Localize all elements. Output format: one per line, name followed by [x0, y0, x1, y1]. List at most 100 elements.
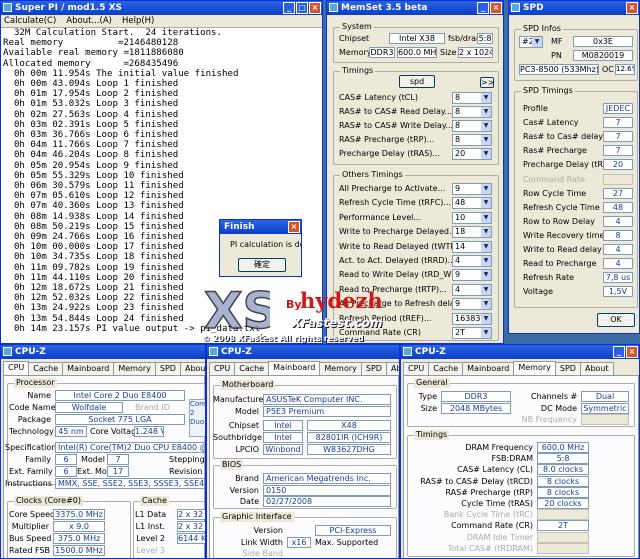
slot-select[interactable]: #2 ▼ — [519, 36, 543, 48]
superpi-title: Super PI / mod1.5 XS — [15, 3, 123, 13]
close-icon[interactable]: × — [288, 221, 300, 233]
size-label: Size — [440, 48, 457, 57]
mem-timing-label: Command Rate (CR) — [451, 521, 533, 531]
tab-memory[interactable]: Memory — [513, 361, 556, 375]
timing-label: Precharge Delay (tRAS)... — [339, 149, 441, 158]
tab-cache[interactable]: Cache — [28, 362, 64, 375]
tab-cpu[interactable]: CPU — [3, 361, 30, 375]
tab-about[interactable]: About — [179, 362, 205, 375]
tab-about[interactable]: About — [579, 362, 614, 375]
spd-infos-legend: SPD Infos — [521, 24, 563, 34]
mem-timing-value: 20 clocks — [537, 498, 589, 509]
other-timing-select[interactable]: 16383T ▼ — [452, 312, 492, 325]
ext-model-value: 17 — [107, 466, 129, 477]
cpuz-titlebar[interactable]: CPU-Z _ × — [401, 345, 639, 359]
spd-timings-legend: SPD Timings — [521, 86, 575, 96]
manufacturer-value: ASUSTeK Computer INC. — [263, 394, 391, 405]
name-value: Intel Core 2 Duo E8400 — [55, 390, 185, 401]
mem-timing-value — [537, 531, 589, 543]
other-timing-label: Refresh Period (tREF)... — [339, 313, 432, 323]
minimize-icon[interactable]: _ — [477, 2, 489, 14]
tab-memory[interactable]: Memory — [113, 362, 156, 375]
revision-label: Revision — [169, 467, 203, 476]
tab-spd[interactable]: SPD — [360, 362, 387, 375]
more-button[interactable]: >> — [480, 77, 494, 88]
lpcio-value: W83627DHG — [307, 444, 391, 455]
superpi-menubar: Calculate(C) About...(A) Help(H) — [1, 15, 322, 28]
tab-cpu[interactable]: CPU — [209, 362, 236, 375]
multiplier-value: x 9.0 — [53, 521, 105, 532]
tab-mainboard[interactable]: Mainboard — [62, 362, 115, 375]
finish-titlebar[interactable]: Finish × — [220, 220, 301, 234]
maximize-icon[interactable]: □ — [296, 2, 308, 14]
other-timing-select[interactable]: 9 ▼ — [452, 183, 492, 195]
minimize-icon[interactable]: _ — [283, 2, 295, 14]
tab-spd[interactable]: SPD — [154, 362, 181, 375]
other-timing-select[interactable]: 4 ▼ — [452, 255, 492, 267]
tab-cache[interactable]: Cache — [428, 362, 464, 375]
output-line: 0h 04m 46.204s Loop 8 finished — [3, 150, 179, 161]
tab-mainboard[interactable]: Mainboard — [462, 362, 515, 375]
other-timing-select[interactable]: 18 ▼ — [452, 226, 492, 239]
mem-timing-label: Total CAS# (tRDRAM) — [447, 543, 533, 553]
chevron-down-icon: ▼ — [481, 299, 491, 310]
timing-select[interactable]: 8 ▼ — [452, 134, 492, 146]
spd-ok-button[interactable]: OK — [597, 313, 635, 327]
chevron-down-icon: ▼ — [481, 241, 491, 252]
close-icon[interactable]: × — [626, 2, 638, 14]
spd-button[interactable]: spd — [399, 75, 435, 88]
tab-about[interactable]: About — [385, 362, 399, 375]
other-timing-select[interactable]: 48 ▼ — [452, 197, 492, 210]
other-timing-select[interactable]: 9 ▼ — [452, 269, 492, 282]
spd-row-value: 4 — [603, 244, 633, 255]
specification-label: Specification — [5, 443, 57, 452]
spd-row-value: 4 — [603, 258, 633, 270]
ext-model-label: Ext. Model — [77, 467, 120, 476]
close-icon[interactable]: × — [309, 2, 321, 14]
other-timing-select[interactable]: 14 ▼ — [452, 240, 492, 253]
spd-titlebar[interactable]: SPD × — [509, 1, 639, 15]
tab-mainboard[interactable]: Mainboard — [268, 361, 321, 375]
timing-select[interactable]: 8 ▼ — [452, 106, 492, 118]
menu-calculate[interactable]: Calculate(C) — [4, 15, 56, 27]
core-speed-label: Core Speed — [9, 510, 56, 519]
chevron-down-icon: ▼ — [532, 37, 542, 47]
cpuz-tabs: CPUCacheMainboardMemorySPDAbout — [403, 361, 637, 375]
menu-help[interactable]: Help(H) — [122, 15, 154, 27]
cpuz-title: CPU-Z — [221, 347, 252, 357]
menu-about[interactable]: About...(A) — [66, 15, 112, 27]
tab-cache[interactable]: Cache — [234, 362, 270, 375]
output-line: 0h 07m 05.610s Loop 12 finished — [3, 191, 184, 202]
timing-select[interactable]: 8 ▼ — [452, 92, 492, 104]
tab-memory[interactable]: Memory — [319, 362, 362, 375]
other-timing-label: All Precharge to Refresh delay... — [339, 299, 466, 309]
tab-cpu[interactable]: CPU — [403, 362, 430, 375]
close-icon[interactable]: × — [490, 2, 502, 14]
tab-spd[interactable]: SPD — [554, 362, 581, 375]
other-timing-label: Write to Read Delayed (tWTR)... — [339, 241, 467, 251]
superpi-titlebar[interactable]: Super PI / mod1.5 XS _ □ × — [1, 1, 322, 15]
other-timing-select[interactable]: 9 ▼ — [452, 298, 492, 311]
mem-timing-label: RAS# Precharge (tRP) — [445, 487, 533, 497]
other-timing-select[interactable]: 10 ▼ — [452, 211, 492, 224]
timing-select[interactable]: 20 ▼ — [452, 148, 492, 160]
lpcio-label: LPCIO — [235, 445, 259, 454]
other-timing-select[interactable]: 4 ▼ — [452, 283, 492, 296]
l1-inst-value: 2 x 32 KBytes — [177, 521, 205, 532]
close-icon[interactable]: × — [626, 346, 638, 358]
minimize-icon[interactable]: _ — [613, 346, 625, 358]
cpuz-titlebar[interactable]: CPU-Z — [1, 345, 205, 359]
other-timing-select[interactable]: 2T ▼ — [452, 327, 492, 339]
app-icon — [3, 3, 12, 12]
output-line: 32M Calculation Start. 24 iterations. — [3, 28, 222, 38]
finish-ok-button[interactable]: 確定 — [238, 258, 286, 272]
codename-label: Code Name — [9, 403, 56, 412]
output-line: 0h 03m 36.766s Loop 6 finished — [3, 130, 179, 141]
timing-select[interactable]: 8 ▼ — [452, 120, 492, 132]
cpuz-tabs: CPUCacheMainboardMemorySPDAbout — [209, 361, 399, 375]
memset-titlebar[interactable]: MemSet 3.5 beta _ × — [327, 1, 503, 15]
dc-mode-label: DC Mode — [540, 404, 577, 413]
cpuz-titlebar[interactable]: CPU-Z — [207, 345, 399, 359]
dc-mode-value: Symmetric — [581, 403, 629, 414]
timing-value: 8 — [455, 121, 461, 130]
